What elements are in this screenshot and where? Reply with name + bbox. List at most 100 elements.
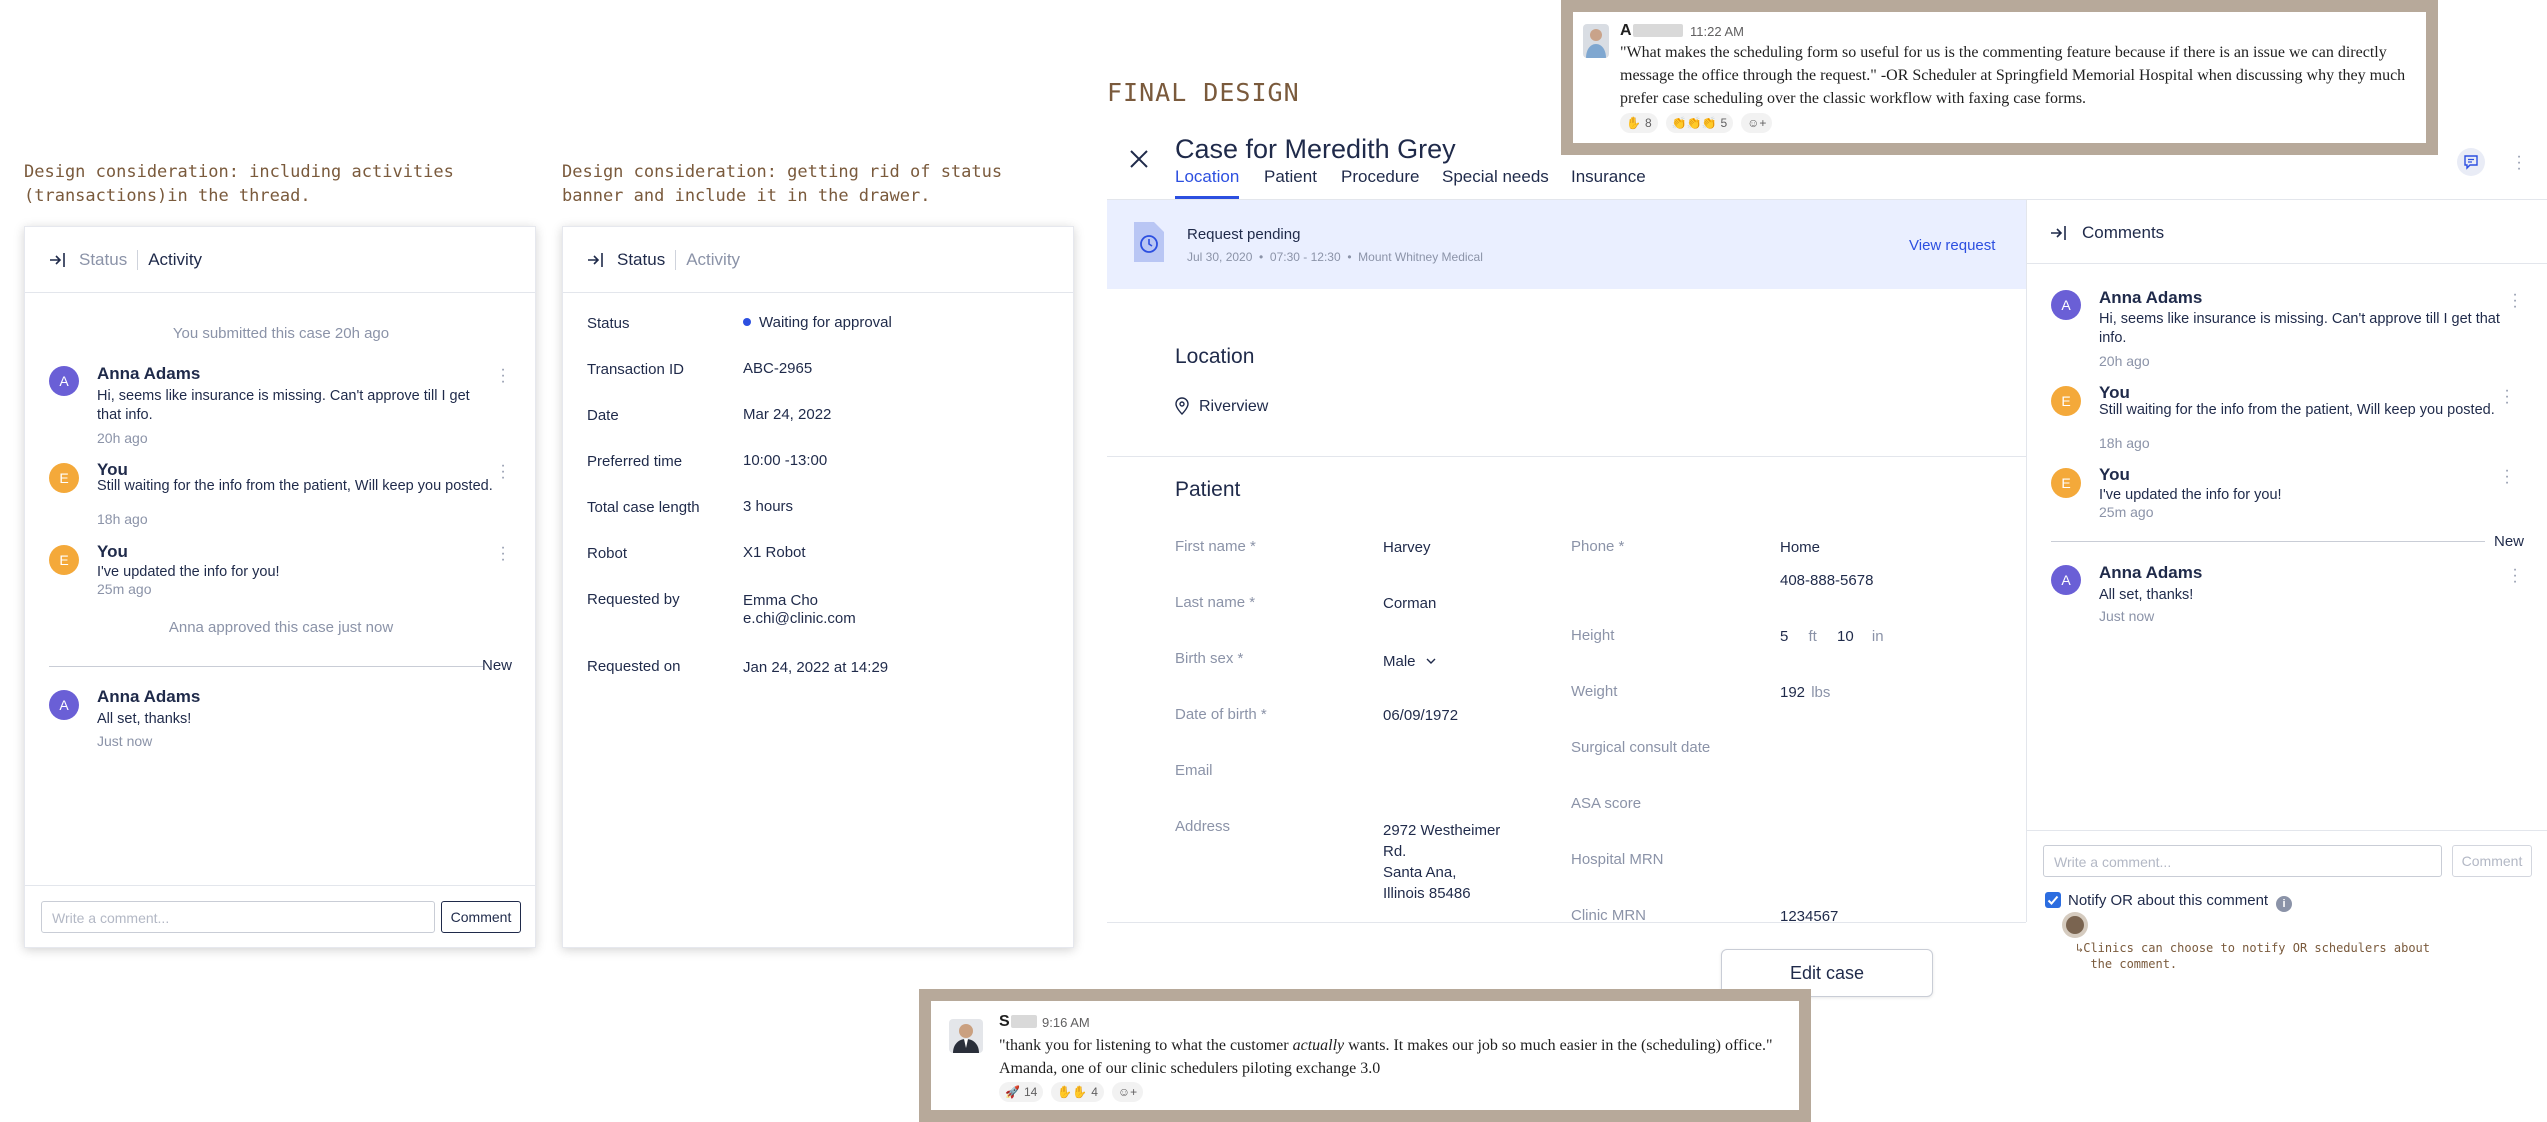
- drawer-divider: [2026, 200, 2027, 922]
- tab-status[interactable]: Status: [617, 250, 665, 270]
- add-reaction-icon[interactable]: ☺+: [1741, 113, 1773, 133]
- reaction-pill[interactable]: ✋✋ 4: [1051, 1082, 1104, 1102]
- reaction-pill[interactable]: 🚀 14: [999, 1082, 1044, 1102]
- comment-input[interactable]: Write a comment...: [41, 901, 435, 933]
- tab-patient[interactable]: Patient: [1264, 167, 1317, 187]
- banner-title: Request pending: [1187, 226, 1301, 243]
- testimonial-text-part: "thank you for listening to what the cus…: [999, 1037, 1293, 1054]
- in-unit: in: [1871, 628, 1884, 645]
- testimonial-attribution: Amanda, one of our clinic schedulers pil…: [999, 1060, 1381, 1077]
- phone-number-value[interactable]: 408-888-5678: [1780, 570, 1873, 591]
- address-value[interactable]: 2972 Westheimer Rd. Santa Ana, Illinois …: [1383, 820, 1500, 904]
- hand-emoji-icon: ✋: [1626, 116, 1641, 130]
- tab-status[interactable]: Status: [79, 250, 127, 270]
- phone-label: Phone *: [1571, 538, 1625, 555]
- weight-value[interactable]: 192 lbs: [1780, 682, 1830, 703]
- more-options-icon[interactable]: · · ·: [498, 540, 508, 568]
- comments-toggle-icon[interactable]: [2457, 148, 2485, 176]
- clap-emoji-icon: ✋✋: [1057, 1085, 1088, 1099]
- ft-unit: ft: [1808, 628, 1817, 645]
- avatar: A: [49, 366, 79, 396]
- reaction-pill[interactable]: ✋ 8: [1620, 113, 1658, 133]
- more-options-icon[interactable]: · · ·: [2514, 149, 2524, 177]
- preferred-time-label: Preferred time: [587, 453, 683, 470]
- location-pin-icon: [1175, 397, 1189, 415]
- height-value[interactable]: 5 ft 10 in: [1780, 626, 1884, 647]
- height-in: 10: [1837, 628, 1854, 645]
- testimonial-card: S 9:16 AM "thank you for listening to wh…: [931, 1001, 1799, 1110]
- tab-location[interactable]: Location: [1175, 167, 1239, 187]
- close-icon[interactable]: [1128, 148, 1154, 174]
- reaction-count: 5: [1720, 116, 1728, 130]
- new-divider: [2051, 541, 2485, 542]
- comment-time: 25m ago: [2099, 504, 2154, 520]
- clinic-mrn-value[interactable]: 1234567: [1780, 906, 1838, 927]
- comment-body: I've updated the info for you!: [2099, 487, 2282, 503]
- tab-procedure[interactable]: Procedure: [1341, 167, 1419, 187]
- comment-button[interactable]: Comment: [441, 901, 521, 933]
- birth-sex-select[interactable]: Male: [1383, 649, 1436, 672]
- more-options-icon[interactable]: · · ·: [498, 458, 508, 486]
- more-options-icon[interactable]: · · ·: [2502, 463, 2512, 491]
- comment-author: You: [97, 460, 128, 479]
- tab-special-needs[interactable]: Special needs: [1442, 167, 1549, 187]
- avatar: [1583, 24, 1609, 58]
- add-reaction-icon[interactable]: ☺+: [1111, 1082, 1144, 1102]
- collapse-drawer-icon[interactable]: [2050, 225, 2070, 241]
- testimonial-card: A 11:22 AM "What makes the scheduling fo…: [1573, 12, 2426, 143]
- tab-activity[interactable]: Activity: [686, 250, 740, 270]
- comment-time: 18h ago: [2099, 435, 2150, 451]
- height-label: Height: [1571, 627, 1615, 644]
- comment-button[interactable]: Comment: [2452, 845, 2532, 877]
- last-name-value[interactable]: Corman: [1383, 593, 1436, 614]
- transaction-id-label: Transaction ID: [587, 361, 684, 378]
- robot-value: X1 Robot: [743, 544, 806, 561]
- comment-author: Anna Adams: [97, 364, 201, 383]
- comment-author: Anna Adams: [2099, 563, 2203, 582]
- testimonial-emphasis: actually: [1292, 1037, 1345, 1054]
- more-options-icon[interactable]: · · ·: [498, 362, 508, 390]
- comment-author: You: [97, 542, 128, 561]
- comment-body: All set, thanks!: [2099, 587, 2194, 603]
- robot-label: Robot: [587, 545, 628, 562]
- redacted-name: [1633, 24, 1683, 37]
- view-request-link[interactable]: View request: [1909, 237, 1995, 254]
- weight-number: 192: [1780, 684, 1806, 701]
- info-icon[interactable]: i: [2276, 896, 2293, 912]
- final-design-label: FINAL DESIGN: [1107, 78, 1300, 107]
- comment-body: All set, thanks!: [97, 711, 192, 727]
- more-options-icon[interactable]: · · ·: [2510, 562, 2520, 590]
- dob-value[interactable]: 06/09/1972: [1383, 705, 1458, 726]
- tab-activity[interactable]: Activity: [148, 250, 202, 270]
- tab-insurance[interactable]: Insurance: [1571, 167, 1646, 187]
- dob-label: Date of birth *: [1175, 706, 1267, 723]
- requested-by-name: Emma Cho: [743, 592, 819, 609]
- testimonial-bottom: S 9:16 AM "thank you for listening to wh…: [919, 989, 1811, 1122]
- activity-panel: Status Activity You submitted this case …: [24, 226, 536, 948]
- more-options-icon[interactable]: · · ·: [2502, 383, 2512, 411]
- preferred-time-value: 10:00 -13:00: [743, 452, 828, 469]
- message-time: 9:16 AM: [1042, 1015, 1090, 1030]
- first-name-label: First name *: [1175, 538, 1256, 555]
- collapse-drawer-icon[interactable]: [47, 249, 69, 271]
- status-text: Waiting for approval: [759, 314, 892, 331]
- requested-on-value: Jan 24, 2022 at 14:29: [743, 659, 889, 676]
- author-name: S: [999, 1013, 1010, 1030]
- author-name: A: [1620, 22, 1632, 39]
- notify-label: Notify OR about this comment: [2068, 892, 2269, 909]
- collapse-drawer-icon[interactable]: [585, 249, 607, 271]
- comment-input[interactable]: Write a comment...: [2043, 845, 2442, 877]
- first-name-value[interactable]: Harvey: [1383, 537, 1431, 558]
- comment-time: 18h ago: [97, 511, 148, 527]
- request-pending-banner: Request pending Jul 30, 2020 • 07:30 - 1…: [1107, 200, 2026, 289]
- avatar: A: [2051, 565, 2081, 595]
- more-options-icon[interactable]: · · ·: [2510, 287, 2520, 315]
- phone-type-value[interactable]: Home: [1780, 537, 1820, 558]
- testimonial-text-part: wants. It makes our job so much easier i…: [1344, 1037, 1773, 1054]
- reaction-pill[interactable]: 👏👏👏 5: [1665, 113, 1734, 133]
- birth-sex-value: Male: [1383, 653, 1416, 670]
- notify-checkbox[interactable]: [2045, 892, 2061, 908]
- footer-divider: [25, 885, 535, 886]
- patient-section-title: Patient: [1175, 478, 1241, 501]
- reactions: ✋ 8 👏👏👏 5 ☺+: [1620, 113, 1773, 133]
